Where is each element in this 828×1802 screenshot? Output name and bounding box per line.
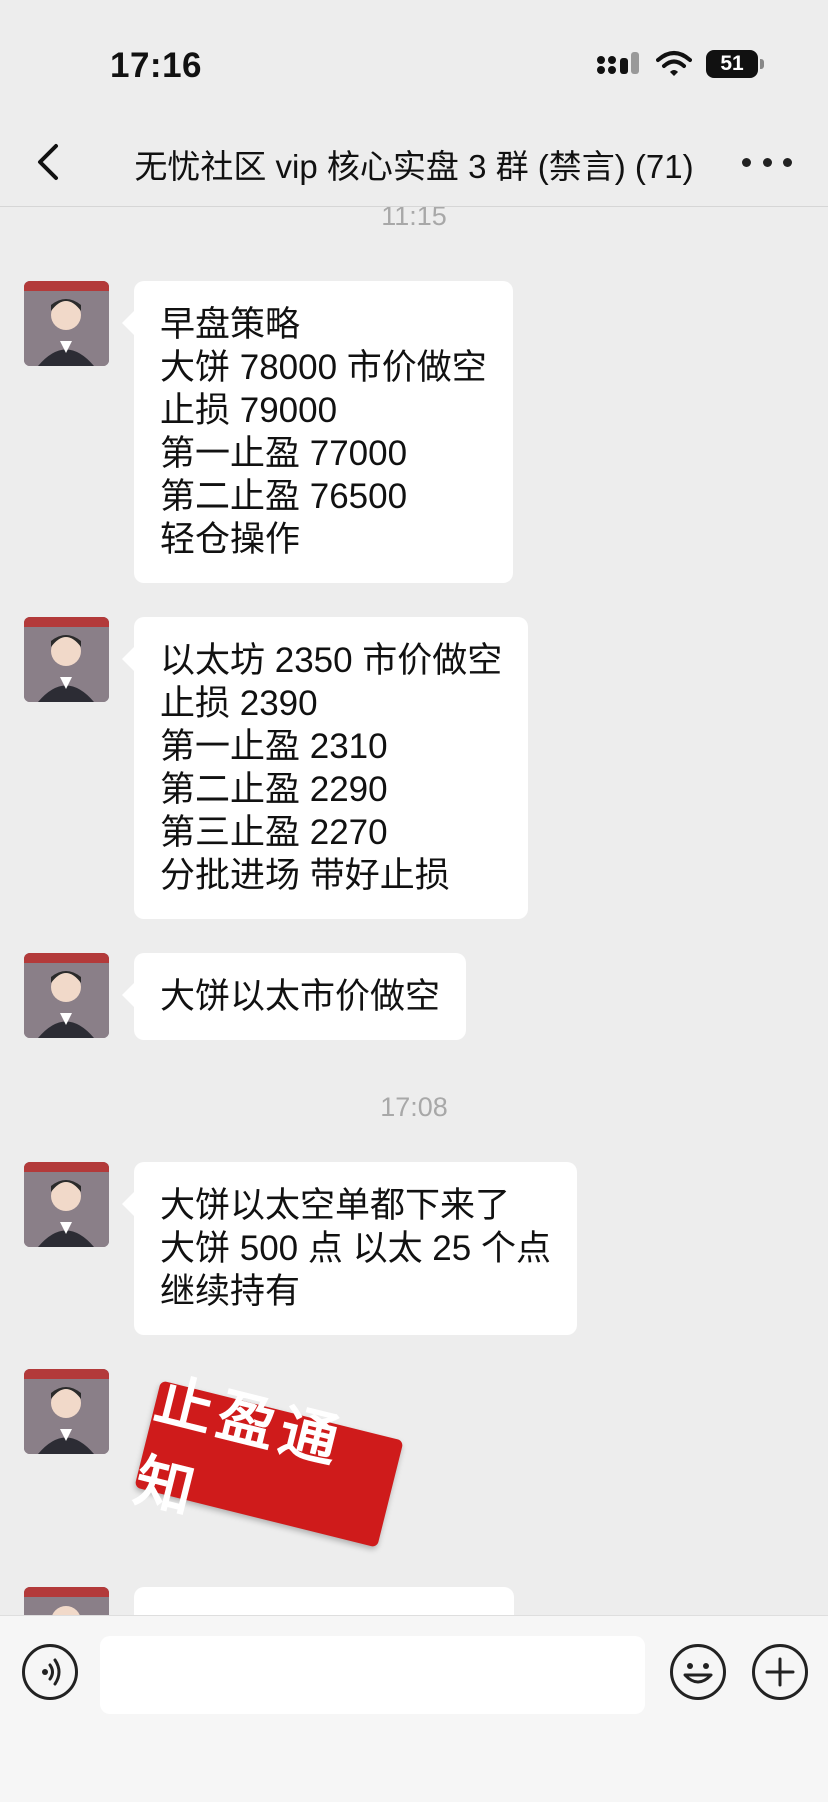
avatar-portrait-icon xyxy=(24,1369,109,1454)
message-bubble[interactable]: 大饼以太空单都下来了 大饼 500 点 以太 25 个点 继续持有 xyxy=(122,1162,577,1335)
avatar-portrait-icon xyxy=(24,1587,109,1615)
status-icons: 51 xyxy=(596,50,764,78)
avatar-portrait-icon xyxy=(24,281,109,366)
avatar[interactable] xyxy=(24,281,109,366)
emoji-icon[interactable] xyxy=(670,1644,726,1700)
status-time: 17:16 xyxy=(110,46,203,85)
message-input[interactable] xyxy=(100,1636,645,1714)
message-bubble[interactable]: 以太坊 2350 市价做空 止损 2390 第一止盈 2310 第二止盈 229… xyxy=(121,617,529,919)
battery-icon: 51 xyxy=(706,50,764,78)
timestamp: 17:08 xyxy=(380,1092,448,1122)
more-options-icon[interactable] xyxy=(742,144,792,180)
status-bar: 17:16 51 xyxy=(0,0,828,120)
add-attachment-icon[interactable] xyxy=(752,1644,808,1700)
avatar-portrait-icon xyxy=(24,617,109,702)
timestamp: 11:15 xyxy=(381,207,447,231)
chat-header: 无忧社区 vip 核心实盘 3 群 (禁言) (71) xyxy=(0,120,828,207)
input-bar xyxy=(0,1615,828,1802)
avatar-portrait-icon xyxy=(24,1162,109,1247)
wifi-icon xyxy=(656,51,692,76)
profit-notice-sticker[interactable]: 止盈通知 xyxy=(128,1367,404,1548)
avatar[interactable] xyxy=(24,1369,109,1454)
chat-title: 无忧社区 vip 核心实盘 3 群 (禁言) (71) xyxy=(134,148,694,185)
avatar-portrait-icon xyxy=(24,953,109,1038)
message-list[interactable]: 11:15 早盘策略 大饼 78000 市价做空 止损 79000 第一止盈 7… xyxy=(0,207,828,1615)
voice-mode-icon[interactable] xyxy=(22,1644,78,1700)
cellular-signal-icon xyxy=(597,52,639,74)
message-bubble[interactable]: 早盘策略 大饼 78000 市价做空 止损 79000 第一止盈 77000 第… xyxy=(122,281,513,583)
sticker-row: 止盈通知 xyxy=(24,1367,524,1569)
avatar[interactable] xyxy=(24,617,109,702)
message-bubble[interactable]: 大饼以太市价做空 xyxy=(121,953,467,1040)
avatar[interactable] xyxy=(24,1587,109,1615)
battery-level: 51 xyxy=(720,52,744,75)
message-bubble-partial[interactable] xyxy=(134,1587,514,1615)
avatar[interactable] xyxy=(24,953,109,1038)
avatar[interactable] xyxy=(24,1162,109,1247)
